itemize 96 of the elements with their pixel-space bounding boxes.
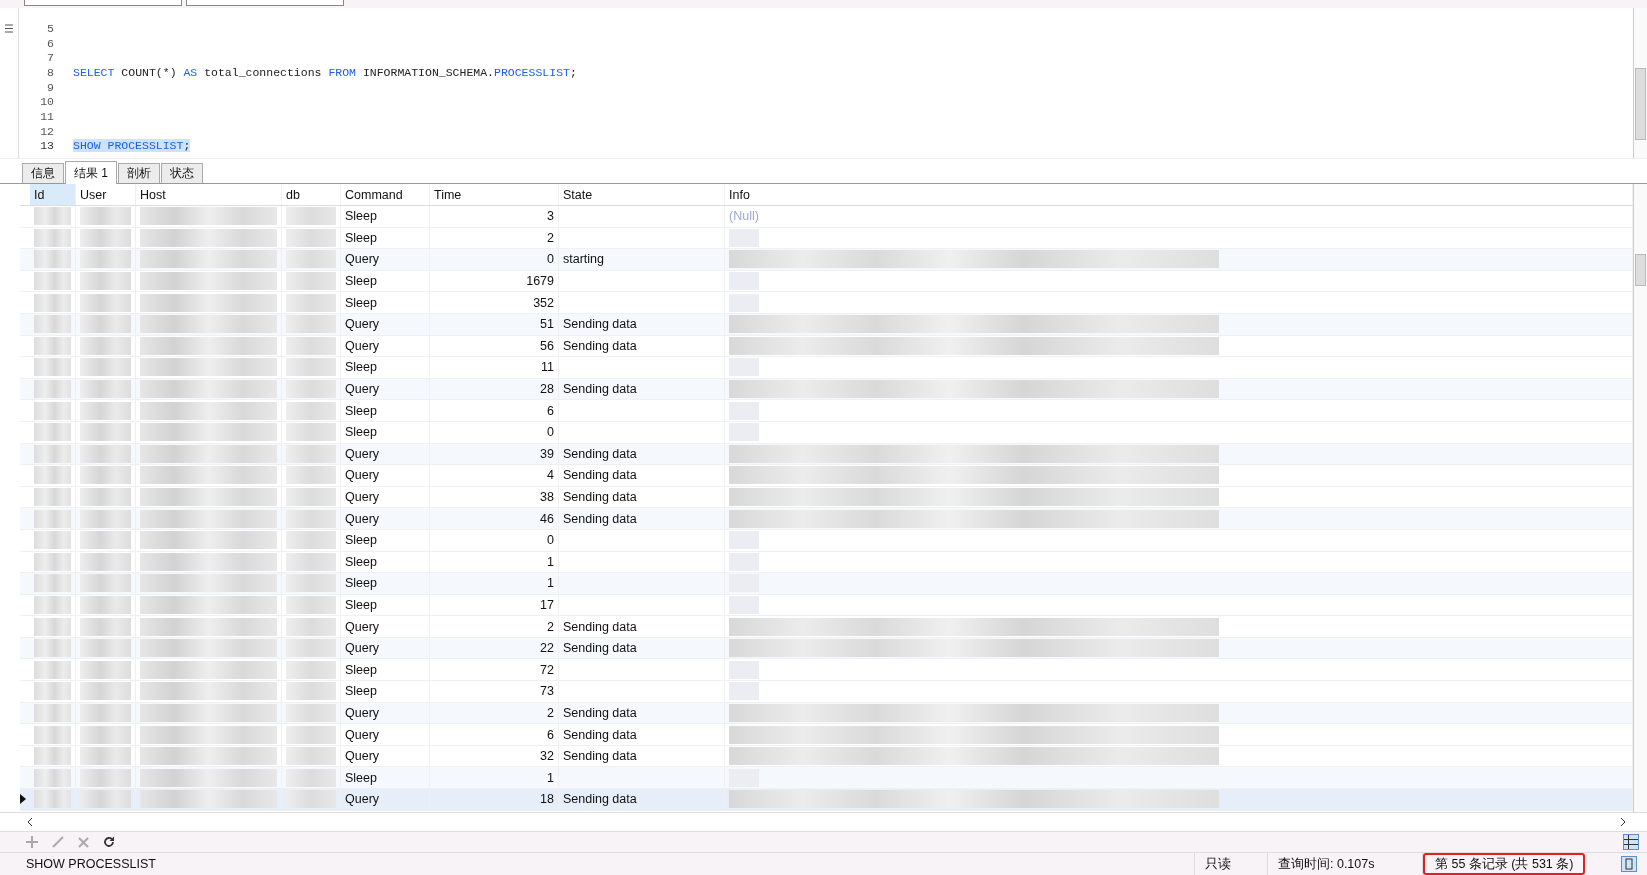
- table-cell: Sleep: [345, 576, 377, 591]
- code-line: SELECT COUNT(*) AS total_connections FROM INFORMATION_SCHEMA.PROCESSLIST;: [73, 65, 577, 79]
- table-cell: Sleep: [345, 554, 377, 569]
- status-text: 只读: [1195, 853, 1268, 875]
- table-cell: Query: [345, 619, 380, 634]
- column-header[interactable]: State: [559, 184, 725, 205]
- table-cell: Query: [345, 468, 380, 483]
- line-number: 12: [39, 124, 55, 138]
- line-number: 6: [46, 36, 55, 50]
- table-cell: Query: [345, 727, 380, 742]
- result-tab[interactable]: 状态: [161, 163, 203, 183]
- table-cell: Query: [345, 792, 380, 807]
- table-cell: Sleep: [345, 360, 377, 375]
- table-cell: 352: [533, 295, 554, 310]
- table-cell: 46: [540, 511, 554, 526]
- table-cell: 4: [547, 468, 554, 483]
- table-cell: 32: [540, 749, 554, 764]
- table-cell: Sleep: [345, 403, 377, 418]
- table-cell: Sending data: [563, 511, 637, 526]
- table-cell: Sleep: [345, 295, 377, 310]
- table-cell: Sending data: [563, 317, 637, 332]
- table-cell: Query: [345, 511, 380, 526]
- table-cell: Query: [345, 749, 380, 764]
- table-cell: Query: [345, 641, 380, 656]
- table-cell: 1: [547, 554, 554, 569]
- result-tab[interactable]: 结果 1: [65, 161, 117, 184]
- result-tab[interactable]: 信息: [22, 163, 64, 183]
- column-header[interactable]: db: [282, 184, 341, 205]
- table-cell: Sending data: [563, 727, 637, 742]
- table-cell: 56: [540, 338, 554, 353]
- table-cell: 72: [540, 662, 554, 677]
- status-text: 查询时间: 0.107s: [1268, 853, 1423, 875]
- table-cell: Query: [345, 490, 380, 504]
- status-text: SHOW PROCESSLIST: [0, 853, 1195, 875]
- table-cell: Sending data: [563, 446, 637, 461]
- table-cell: 2: [547, 230, 554, 245]
- table-cell: Sending data: [563, 749, 637, 764]
- table-cell: 0: [547, 252, 554, 267]
- table-cell: 6: [547, 403, 554, 418]
- table-cell: 3: [547, 209, 554, 224]
- line-number: 9: [46, 80, 55, 94]
- table-cell: Sending data: [563, 641, 637, 656]
- table-cell: 22: [540, 641, 554, 656]
- table-cell: Sleep: [345, 662, 377, 677]
- table-cell: Sleep: [345, 274, 377, 289]
- column-header[interactable]: Id: [30, 184, 76, 205]
- table-cell: Query: [345, 382, 380, 397]
- table-cell: 6: [547, 727, 554, 742]
- table-cell: Query: [345, 705, 380, 720]
- column-header[interactable]: Time: [430, 184, 559, 205]
- table-cell: 2: [547, 705, 554, 720]
- table-cell: 1: [547, 770, 554, 785]
- status-text: 第 55 条记录 (共 531 条): [1423, 853, 1586, 875]
- line-number: 13: [39, 139, 55, 153]
- column-header[interactable]: User: [76, 184, 136, 205]
- line-number: 5: [46, 21, 55, 35]
- table-cell: Sending data: [563, 338, 637, 353]
- column-header[interactable]: Host: [136, 184, 282, 205]
- table-cell: 11: [541, 360, 554, 375]
- table-cell: 28: [540, 382, 554, 397]
- column-header[interactable]: Command: [341, 184, 430, 205]
- table-cell: 1679: [526, 274, 554, 289]
- table-cell: 18: [540, 792, 554, 807]
- table-cell: Sending data: [563, 619, 637, 634]
- table-cell: (Null): [729, 209, 759, 224]
- table-cell: Query: [345, 338, 380, 353]
- table-cell: 17: [540, 598, 554, 612]
- result-tab[interactable]: 剖析: [118, 163, 160, 183]
- table-cell: starting: [563, 252, 604, 267]
- line-number: 8: [46, 65, 55, 79]
- line-number: 11: [39, 109, 55, 123]
- table-cell: 1: [547, 576, 554, 591]
- table-cell: 0: [547, 533, 554, 548]
- table-cell: Sending data: [563, 705, 637, 720]
- table-cell: Query: [345, 252, 380, 267]
- table-cell: Sending data: [563, 792, 637, 807]
- table-cell: Sleep: [345, 425, 377, 440]
- table-cell: 2: [547, 619, 554, 634]
- table-cell: 38: [540, 490, 554, 504]
- table-cell: 51: [540, 317, 554, 332]
- table-cell: Sleep: [345, 770, 377, 785]
- line-number: 10: [39, 95, 55, 109]
- table-cell: Sending data: [563, 468, 637, 483]
- table-cell: Sleep: [345, 209, 377, 224]
- line-number: 7: [46, 51, 55, 65]
- table-cell: 0: [547, 425, 554, 440]
- table-cell: Sending data: [563, 490, 637, 504]
- table-cell: Query: [345, 446, 380, 461]
- table-cell: Sleep: [345, 533, 377, 548]
- table-cell: Sending data: [563, 382, 637, 397]
- table-cell: 73: [540, 684, 554, 699]
- table-cell: Query: [345, 317, 380, 332]
- table-cell: Sleep: [345, 684, 377, 699]
- table-cell: Sleep: [345, 598, 377, 612]
- table-cell: 39: [540, 446, 554, 461]
- table-cell: Sleep: [345, 230, 377, 245]
